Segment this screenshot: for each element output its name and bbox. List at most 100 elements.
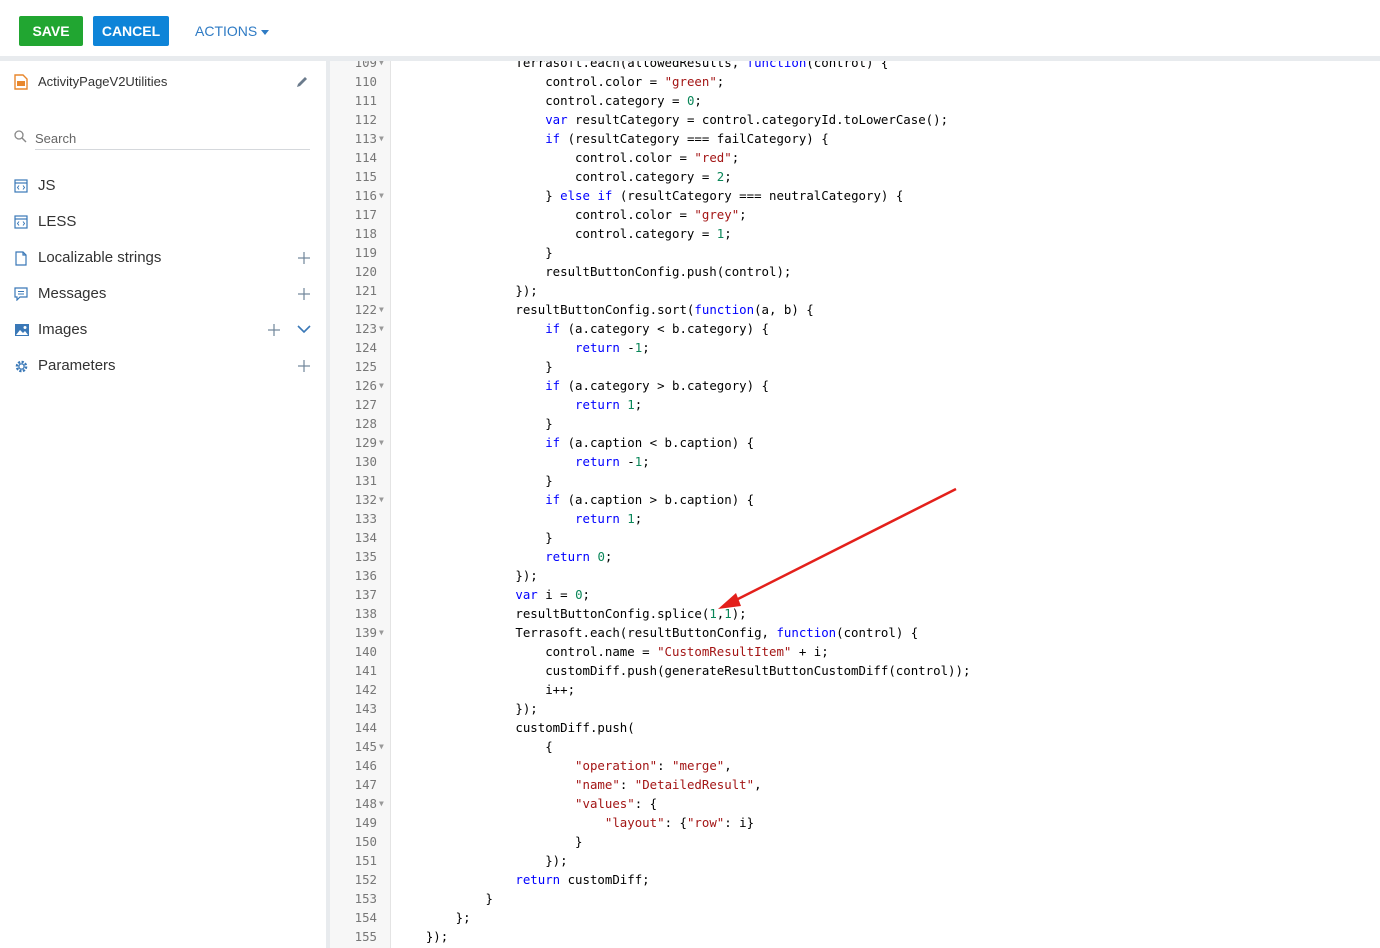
line-number: 127	[354, 397, 377, 412]
code-line[interactable]: 143 });	[330, 699, 1380, 718]
line-number: 154	[354, 910, 377, 925]
code-text: control.color = "green";	[396, 74, 725, 89]
fold-toggle-icon[interactable]: ▼	[379, 490, 384, 509]
code-line[interactable]: 142 i++;	[330, 680, 1380, 699]
line-number: 111	[354, 93, 377, 108]
sidebar-item-parameters[interactable]: Parameters	[14, 355, 314, 379]
line-number: 114	[354, 150, 377, 165]
code-line[interactable]: 109 ▼ Terrasoft.each(allowedResults, func…	[330, 61, 1380, 72]
code-line[interactable]: 145 ▼ {	[330, 737, 1380, 756]
code-line[interactable]: 144 customDiff.push(	[330, 718, 1380, 737]
code-line[interactable]: 126 ▼ if (a.category > b.category) {	[330, 376, 1380, 395]
code-line[interactable]: 131 }	[330, 471, 1380, 490]
code-editor[interactable]: 109 ▼ Terrasoft.each(allowedResults, func…	[330, 61, 1380, 948]
code-line[interactable]: 146 "operation": "merge",	[330, 756, 1380, 775]
sidebar-item-images[interactable]: Images	[14, 319, 314, 343]
plus-icon[interactable]	[267, 323, 281, 337]
fold-toggle-icon[interactable]: ▼	[379, 300, 384, 319]
code-line[interactable]: 112 var resultCategory = control.categor…	[330, 110, 1380, 129]
code-text: return -1;	[575, 340, 650, 355]
code-line[interactable]: 117 control.color = "grey";	[330, 205, 1380, 224]
code-line[interactable]: 121 });	[330, 281, 1380, 300]
code-line[interactable]: 128 }	[330, 414, 1380, 433]
code-line[interactable]: 127 return 1;	[330, 395, 1380, 414]
code-line[interactable]: 110 control.color = "green";	[330, 72, 1380, 91]
sidebar-item-localizable-strings[interactable]: Localizable strings	[14, 247, 314, 271]
line-number: 133	[354, 511, 377, 526]
fold-toggle-icon[interactable]: ▼	[379, 737, 384, 756]
code-line[interactable]: 138 resultButtonConfig.splice(1,1);	[330, 604, 1380, 623]
code-line[interactable]: 124 return -1;	[330, 338, 1380, 357]
fold-toggle-icon[interactable]: ▼	[379, 623, 384, 642]
code-line[interactable]: 122 ▼ resultButtonConfig.sort(function(a,…	[330, 300, 1380, 319]
code-line[interactable]: 151 });	[330, 851, 1380, 870]
code-line[interactable]: 136 });	[330, 566, 1380, 585]
code-line[interactable]: 123 ▼ if (a.category < b.category) {	[330, 319, 1380, 338]
code-line[interactable]: 150 }	[330, 832, 1380, 851]
code-line[interactable]: 120 resultButtonConfig.push(control);	[330, 262, 1380, 281]
code-line[interactable]: 135 return 0;	[330, 547, 1380, 566]
sidebar-item-label: Messages	[38, 285, 107, 302]
code-line[interactable]: 137 var i = 0;	[330, 585, 1380, 604]
line-number: 137	[354, 587, 377, 602]
code-line[interactable]: 139 ▼ Terrasoft.each(resultButtonConfig, …	[330, 623, 1380, 642]
code-line[interactable]: 152 return customDiff;	[330, 870, 1380, 889]
code-line[interactable]: 118 control.category = 1;	[330, 224, 1380, 243]
document-icon	[15, 251, 27, 266]
code-line[interactable]: 111 control.category = 0;	[330, 91, 1380, 110]
code-line[interactable]: 113 ▼ if (resultCategory === failCategory…	[330, 129, 1380, 148]
sidebar-item-less[interactable]: LESS	[14, 211, 314, 235]
save-button[interactable]: SAVE	[19, 16, 83, 46]
chevron-down-icon[interactable]	[297, 324, 311, 334]
code-line[interactable]: 132 ▼ if (a.caption > b.caption) {	[330, 490, 1380, 509]
plus-icon[interactable]	[297, 359, 311, 373]
fold-toggle-icon[interactable]: ▼	[379, 376, 384, 395]
line-number: 129	[354, 435, 377, 450]
code-line[interactable]: 154 };	[330, 908, 1380, 927]
sidebar-item-label: JS	[38, 177, 56, 194]
sidebar-item-js[interactable]: JS	[14, 175, 314, 199]
code-line[interactable]: 133 return 1;	[330, 509, 1380, 528]
code-line[interactable]: 130 return -1;	[330, 452, 1380, 471]
fold-toggle-icon[interactable]: ▼	[379, 61, 384, 72]
code-line[interactable]: 148 ▼ "values": {	[330, 794, 1380, 813]
code-line[interactable]: 115 control.category = 2;	[330, 167, 1380, 186]
cancel-button[interactable]: CANCEL	[93, 16, 169, 46]
code-text: } else if (resultCategory === neutralCat…	[396, 188, 904, 203]
code-text: resultButtonConfig.splice(1,1);	[396, 606, 747, 621]
code-line[interactable]: 140 control.name = "CustomResultItem" + …	[330, 642, 1380, 661]
code-line[interactable]: 129 ▼ if (a.caption < b.caption) {	[330, 433, 1380, 452]
plus-icon[interactable]	[297, 251, 311, 265]
pencil-icon[interactable]	[295, 75, 309, 89]
code-line[interactable]: 141 customDiff.push(generateResultButton…	[330, 661, 1380, 680]
search-input[interactable]	[35, 127, 310, 150]
line-number: 128	[354, 416, 377, 431]
fold-toggle-icon[interactable]: ▼	[379, 319, 384, 338]
code-line[interactable]: 134 }	[330, 528, 1380, 547]
code-text: control.name = "CustomResultItem" + i;	[396, 644, 829, 659]
sidebar-item-messages[interactable]: Messages	[14, 283, 314, 307]
code-line[interactable]: 116 ▼ } else if (resultCategory === neutr…	[330, 186, 1380, 205]
fold-toggle-icon[interactable]: ▼	[379, 794, 384, 813]
code-line[interactable]: 149 "layout": {"row": i}	[330, 813, 1380, 832]
plus-icon[interactable]	[297, 287, 311, 301]
code-line[interactable]: 119 }	[330, 243, 1380, 262]
line-number: 120	[354, 264, 377, 279]
code-line[interactable]: 147 "name": "DetailedResult",	[330, 775, 1380, 794]
code-text: control.color = "red";	[396, 150, 740, 165]
code-text: "operation": "merge",	[575, 758, 732, 773]
line-number: 134	[354, 530, 377, 545]
code-line[interactable]: 114 control.color = "red";	[330, 148, 1380, 167]
code-line[interactable]: 153 }	[330, 889, 1380, 908]
code-text: "layout": {"row": i}	[604, 815, 755, 830]
code-line[interactable]: 125 }	[330, 357, 1380, 376]
fold-toggle-icon[interactable]: ▼	[379, 433, 384, 452]
actions-dropdown[interactable]: ACTIONS	[195, 16, 270, 46]
fold-toggle-icon[interactable]: ▼	[379, 129, 384, 148]
line-number: 132	[354, 492, 377, 507]
fold-toggle-icon[interactable]: ▼	[379, 186, 384, 205]
code-text: control.category = 1;	[396, 226, 732, 241]
line-number: 151	[354, 853, 377, 868]
line-number: 144	[354, 720, 377, 735]
code-line[interactable]: 155 });	[330, 927, 1380, 946]
